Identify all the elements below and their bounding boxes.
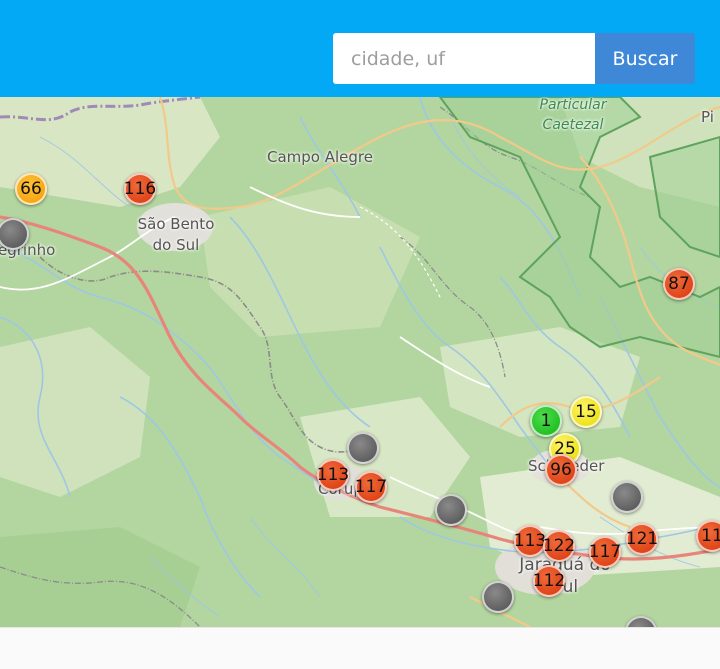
station-marker-no-data[interactable] — [482, 581, 514, 613]
place-label-sao-bento-line2: do Sul — [152, 236, 200, 254]
station-marker[interactable]: 66 — [15, 173, 47, 205]
search-button[interactable]: Buscar — [595, 33, 695, 84]
search-input[interactable] — [333, 33, 595, 84]
station-marker[interactable]: 11 — [696, 520, 720, 552]
station-marker-no-data[interactable] — [435, 494, 467, 526]
footer-bar — [0, 627, 720, 669]
station-marker[interactable]: 117 — [355, 471, 387, 503]
place-label-pi: Pi — [701, 108, 714, 126]
place-label-park-line2: Caetezal — [542, 117, 604, 133]
map-view[interactable]: Campo Alegre São Bento do Sul egrinho Pa… — [0, 97, 720, 627]
station-marker[interactable]: 121 — [626, 523, 658, 555]
station-marker-no-data[interactable] — [347, 432, 379, 464]
station-marker[interactable]: 117 — [589, 536, 621, 568]
place-label-sao-bento-line1: São Bento — [137, 215, 215, 233]
place-label-campo-alegre: Campo Alegre — [267, 148, 373, 166]
station-marker-no-data[interactable] — [611, 481, 643, 513]
station-marker[interactable]: 113 — [317, 459, 349, 491]
station-marker[interactable]: 15 — [570, 396, 602, 428]
station-marker[interactable]: 122 — [543, 530, 575, 562]
place-label-park-line1: Particular — [539, 97, 607, 113]
station-marker[interactable]: 112 — [533, 565, 565, 597]
station-marker[interactable]: 113 — [514, 525, 546, 557]
station-marker[interactable]: 116 — [124, 173, 156, 205]
station-marker[interactable]: 1 — [530, 405, 562, 437]
header-bar: Buscar — [0, 0, 720, 97]
station-marker[interactable]: 96 — [545, 454, 577, 486]
station-marker[interactable]: 87 — [663, 268, 695, 300]
